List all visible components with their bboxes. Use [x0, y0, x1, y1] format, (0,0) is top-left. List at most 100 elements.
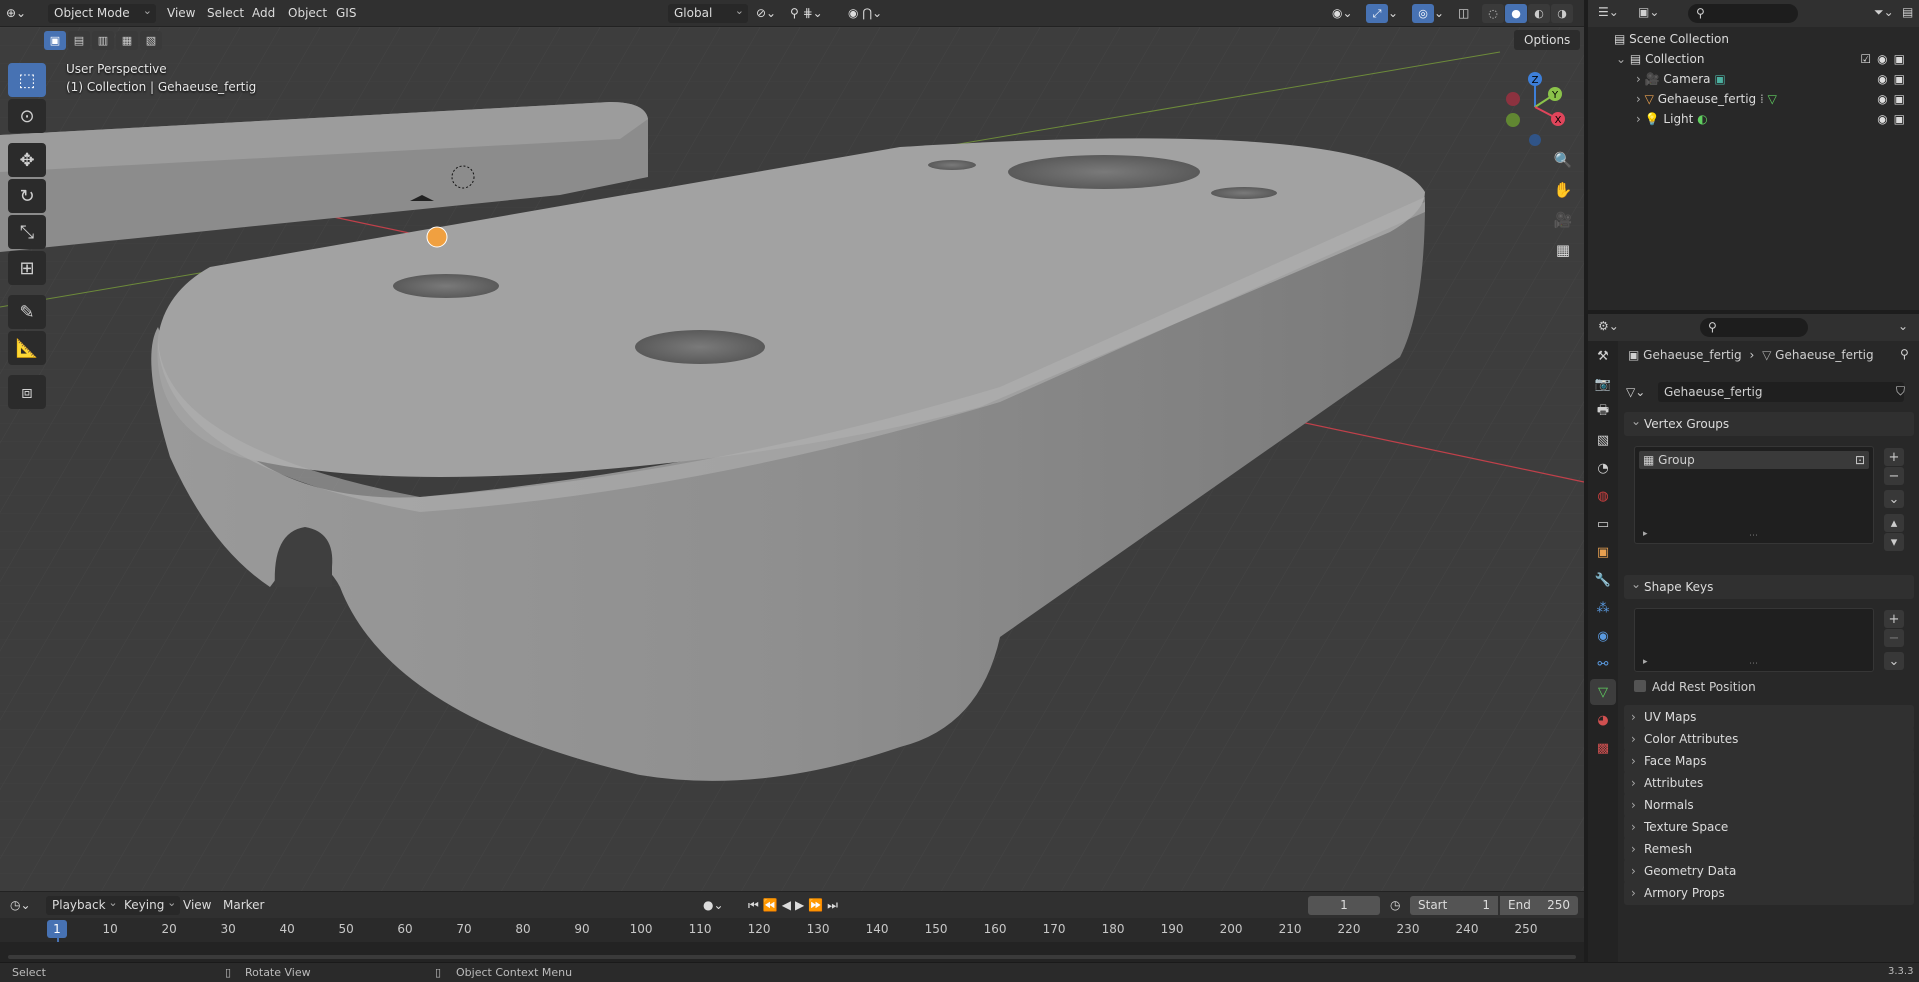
cursor-tool-icon[interactable]: ⊙	[8, 99, 46, 133]
properties-editor-icon[interactable]: ⚙⌄	[1598, 319, 1619, 333]
add-cube-tool-icon[interactable]: ⧈	[8, 375, 46, 409]
properties-options-icon[interactable]: ⌄	[1898, 319, 1908, 333]
collection-row[interactable]: ⌄ ▤ Collection ☑◉▣	[1588, 49, 1919, 69]
timeline-editor-icon[interactable]: ◷⌄	[10, 896, 31, 915]
constraints-tab-icon[interactable]: ⚯	[1590, 651, 1616, 677]
world-tab-icon[interactable]: ◍	[1590, 483, 1616, 509]
pivot-icon[interactable]: ⊘⌄	[756, 4, 776, 23]
add-group-button[interactable]: +	[1884, 448, 1904, 466]
menu-gis[interactable]: GIS	[331, 4, 361, 23]
mesh-browse-icon[interactable]: ▽⌄	[1626, 382, 1656, 402]
timeline-view-menu[interactable]: View	[178, 896, 216, 915]
move-tool-icon[interactable]: ✥	[8, 143, 46, 177]
select-mode-buttons[interactable]: ▣ ▤ ▥ ▦ ▧	[44, 31, 162, 51]
face-maps-panel[interactable]: Face Maps	[1624, 749, 1914, 773]
fake-user-shield-icon[interactable]: ⛉	[1896, 384, 1905, 399]
checkbox-box[interactable]	[1634, 680, 1646, 692]
scene-tab-icon[interactable]: ◔	[1590, 455, 1616, 481]
overlay-toggle-icon[interactable]: ◎ ⌄	[1412, 4, 1444, 23]
vertex-groups-list[interactable]: ▦ Group ⊡ ▸ ⋯	[1634, 446, 1874, 544]
pan-hand-icon[interactable]: ✋	[1549, 176, 1577, 204]
start-frame-field[interactable]: Start 1	[1410, 896, 1498, 915]
shape-keys-panel[interactable]: Shape Keys	[1624, 572, 1914, 599]
properties-search-input[interactable]: ⚲	[1700, 318, 1808, 337]
tool-tab-icon[interactable]: ⚒	[1590, 343, 1616, 369]
rotate-tool-icon[interactable]: ↻	[8, 179, 46, 213]
remove-shape-key-button[interactable]: −	[1884, 629, 1904, 647]
mode-dropdown[interactable]: Object Mode	[48, 1, 156, 23]
add-rest-position-checkbox[interactable]: Add Rest Position	[1634, 678, 1756, 696]
marker-menu[interactable]: Marker	[218, 896, 269, 915]
pin-icon[interactable]: ⚲	[1900, 347, 1909, 361]
select-new-icon[interactable]: ▣	[44, 31, 66, 50]
zoom-icon[interactable]: 🔍	[1549, 146, 1577, 174]
list-expand-icon[interactable]: ▸	[1643, 529, 1648, 539]
outliner-item-camera[interactable]: › 🎥 Camera ▣ ◉▣	[1588, 69, 1919, 89]
group-specials-button[interactable]: ⌄	[1884, 490, 1904, 508]
rendered-shading-icon[interactable]: ◑	[1551, 4, 1573, 23]
view-layer-tab-icon[interactable]: ▧	[1590, 427, 1616, 453]
armory-props-panel[interactable]: Armory Props	[1624, 881, 1914, 905]
outliner-item-light[interactable]: › 💡 Light ◐ ◉▣	[1588, 109, 1919, 129]
playback-controls[interactable]: ⏮⏪◀▶⏩⏭	[748, 896, 842, 915]
snap-icon[interactable]: ⚲ ⋕⌄	[790, 4, 823, 23]
xray-icon[interactable]: ◫	[1458, 4, 1469, 23]
camera-view-icon[interactable]: 🎥	[1549, 206, 1577, 234]
data-tab-icon[interactable]: ▽	[1590, 679, 1616, 705]
wireframe-shading-icon[interactable]: ◌	[1482, 4, 1504, 23]
list-expand-icon[interactable]: ▸	[1643, 657, 1648, 667]
keying-menu[interactable]: Keying	[118, 893, 181, 915]
select-intersect-icon[interactable]: ▧	[140, 31, 162, 50]
ortho-grid-icon[interactable]: ▦	[1549, 236, 1577, 264]
outliner-search-input[interactable]: ⚲	[1688, 4, 1798, 23]
material-tab-icon[interactable]: ◕	[1590, 707, 1616, 733]
proportional-icon[interactable]: ◉ ⋂⌄	[848, 4, 882, 23]
material-shading-icon[interactable]: ◐	[1528, 4, 1550, 23]
menu-object[interactable]: Object	[283, 4, 332, 23]
annotate-tool-icon[interactable]: ✎	[8, 295, 46, 329]
object-tab-icon[interactable]: ▣	[1590, 539, 1616, 565]
timeline-ruler[interactable]: 1 10 20 30 40 50 60 70 80 90 100 110 120 130 140 150 160…	[0, 918, 1584, 962]
orientation-dropdown[interactable]: Global	[668, 1, 748, 23]
measure-tool-icon[interactable]: 📐	[8, 331, 46, 365]
transform-tool-icon[interactable]: ⊞	[8, 251, 46, 285]
mesh-name-field[interactable]: Gehaeuse_fertig	[1658, 382, 1904, 402]
visibility-icon[interactable]: ◉⌄	[1332, 4, 1353, 23]
select-extend-icon[interactable]: ▤	[68, 31, 90, 50]
options-button[interactable]: Options	[1514, 30, 1581, 50]
collection-tab-icon[interactable]: ▭	[1590, 511, 1616, 537]
geometry-data-panel[interactable]: Geometry Data	[1624, 859, 1914, 883]
scene-collection-row[interactable]: ▤ Scene Collection	[1588, 29, 1919, 49]
end-frame-field[interactable]: End 250	[1500, 896, 1578, 915]
display-mode-icon[interactable]: ▣⌄	[1638, 5, 1659, 19]
texture-tab-icon[interactable]: ▩	[1590, 735, 1616, 761]
new-collection-icon[interactable]: ▤	[1902, 5, 1913, 19]
uv-maps-panel[interactable]: UV Maps	[1624, 705, 1914, 729]
navigation-gizmo[interactable]: Z Y X	[1495, 67, 1575, 147]
vertex-groups-panel[interactable]: Vertex Groups	[1624, 409, 1914, 436]
menu-view[interactable]: View	[162, 4, 200, 23]
texture-space-panel[interactable]: Texture Space	[1624, 815, 1914, 839]
move-down-button[interactable]: ▾	[1884, 533, 1904, 551]
shading-buttons[interactable]: ◌ ● ◐ ◑	[1482, 4, 1573, 23]
list-resize-handle[interactable]: ⋯	[1749, 659, 1758, 669]
timeline-scrollbar[interactable]	[8, 955, 1576, 959]
solid-shading-icon[interactable]: ●	[1505, 4, 1527, 23]
camera-toggles[interactable]: ◉▣	[1877, 69, 1911, 89]
3d-viewport[interactable]: ▣ ▤ ▥ ▦ ▧ User Perspective (1) Collectio…	[0, 27, 1584, 891]
color-attributes-panel[interactable]: Color Attributes	[1624, 727, 1914, 751]
render-tab-icon[interactable]: 📷	[1590, 371, 1616, 397]
select-subtract-icon[interactable]: ▥	[92, 31, 114, 50]
menu-add[interactable]: Add	[247, 4, 280, 23]
scale-tool-icon[interactable]: ⤡	[8, 215, 46, 249]
filter-icon[interactable]: ⏷⌄	[1874, 5, 1894, 20]
collection-toggles[interactable]: ☑◉▣	[1860, 49, 1911, 69]
modifier-tab-icon[interactable]: 🔧	[1590, 567, 1616, 593]
menu-select[interactable]: Select	[202, 4, 249, 23]
select-invert-icon[interactable]: ▦	[116, 31, 138, 50]
remove-group-button[interactable]: −	[1884, 467, 1904, 485]
outliner-item-gehaeuse[interactable]: › ▽ Gehaeuse_fertig ⁞ ▽ ◉▣	[1588, 89, 1919, 109]
editor-type-icon[interactable]: ⊕⌄	[6, 4, 32, 23]
output-tab-icon[interactable]: 🖶	[1590, 399, 1616, 425]
add-shape-key-button[interactable]: +	[1884, 610, 1904, 628]
